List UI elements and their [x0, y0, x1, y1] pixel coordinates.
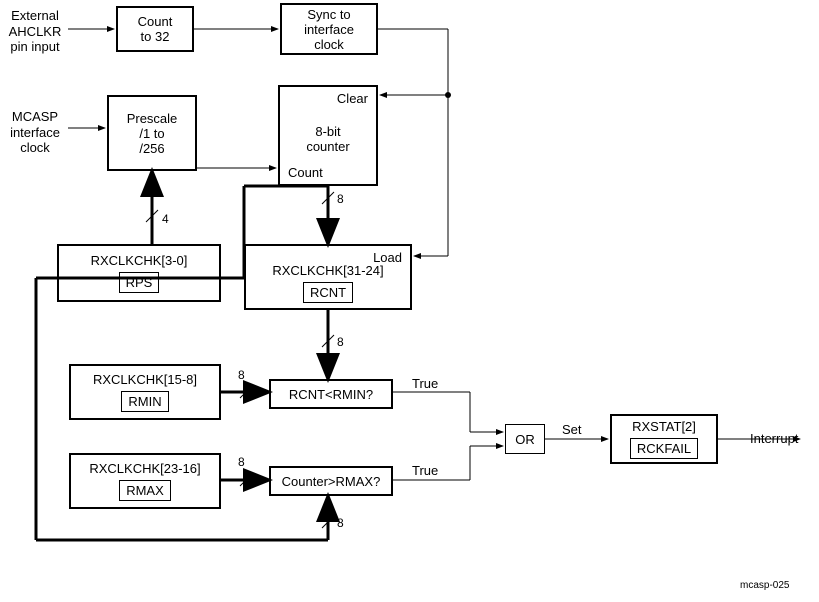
prescale-block: Prescale /1 to /256	[107, 95, 197, 171]
counter-count-label: Count	[288, 165, 323, 180]
true-label-1: True	[412, 376, 438, 392]
rxstat-title: RXSTAT[2]	[632, 419, 696, 434]
footer-id: mcasp-025	[740, 580, 789, 592]
sync-block: Sync to interface clock	[280, 3, 378, 55]
rckfail-field: RCKFAIL	[630, 438, 698, 459]
bus-4: 4	[162, 212, 169, 226]
true-label-2: True	[412, 463, 438, 479]
rcnt-field: RCNT	[303, 282, 353, 303]
compare-rmax-block: Counter>RMAX?	[269, 466, 393, 496]
counter-clear-label: Clear	[337, 91, 368, 106]
rxclkchk-3-0-block: RXCLKCHK[3-0] RPS	[57, 244, 221, 302]
counter-8bit-block: Clear 8-bit counter Count	[278, 85, 378, 186]
rxstat-block: RXSTAT[2] RCKFAIL	[610, 414, 718, 464]
bus-8-a: 8	[337, 192, 344, 206]
or-gate: OR	[505, 424, 545, 454]
counter-body-label: 8-bit counter	[306, 124, 349, 154]
load-label: Load	[373, 250, 402, 265]
rxclkchk-31-24-block: Load RXCLKCHK[31-24] RCNT	[244, 244, 412, 310]
bus-8-d: 8	[238, 455, 245, 469]
bus-8-c: 8	[238, 368, 245, 382]
set-label: Set	[562, 422, 582, 438]
bus-8-e: 8	[337, 516, 344, 530]
rxclkchk-23-16-title: RXCLKCHK[23-16]	[89, 461, 200, 476]
interrupt-label: Interrupt	[750, 431, 798, 447]
external-ahclkr-label: External AHCLKR pin input	[4, 8, 66, 55]
rmax-field: RMAX	[119, 480, 171, 501]
rxclkchk-15-8-block: RXCLKCHK[15-8] RMIN	[69, 364, 221, 420]
rxclkchk-15-8-title: RXCLKCHK[15-8]	[93, 372, 197, 387]
rmin-field: RMIN	[121, 391, 168, 412]
compare-rmin-block: RCNT<RMIN?	[269, 379, 393, 409]
rxclkchk-3-0-title: RXCLKCHK[3-0]	[91, 253, 188, 268]
mcasp-clock-label: MCASP interface clock	[4, 109, 66, 156]
bus-8-b: 8	[337, 335, 344, 349]
rxclkchk-23-16-block: RXCLKCHK[23-16] RMAX	[69, 453, 221, 509]
rxclkchk-31-24-title: RXCLKCHK[31-24]	[272, 263, 383, 278]
rps-field: RPS	[119, 272, 160, 293]
count-to-32-block: Count to 32	[116, 6, 194, 52]
